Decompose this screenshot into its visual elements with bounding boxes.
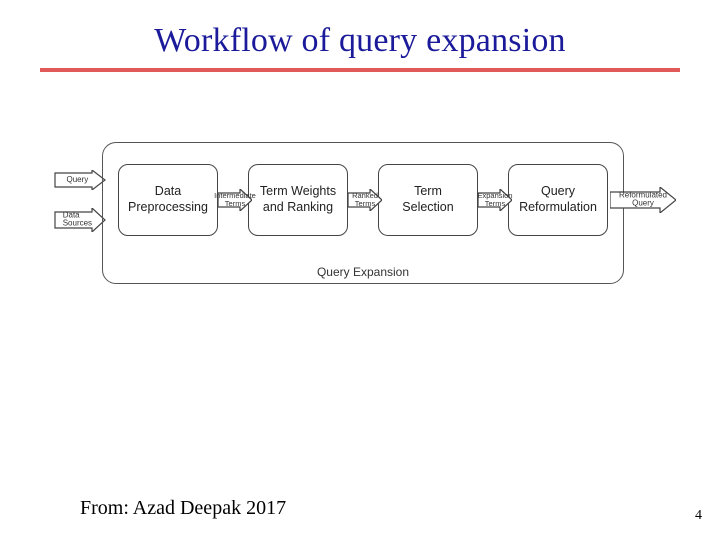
container-label: Query Expansion — [317, 265, 409, 279]
stage-query-reformulation: QueryReformulation — [508, 164, 608, 236]
stage-term-weights-ranking: Term Weightsand Ranking — [248, 164, 348, 236]
title-divider — [40, 68, 680, 72]
arrow-label: ReformulatedQuery — [619, 192, 667, 209]
arrow-intermediate-terms: IntermediateTerms — [218, 189, 252, 211]
slide-title: Workflow of query expansion — [0, 22, 720, 60]
arrow-label: RankedTerms — [352, 192, 378, 208]
citation: From: Azad Deepak 2017 — [80, 497, 286, 520]
arrow-label: ExpansionTerms — [477, 192, 512, 208]
arrow-expansion-terms: ExpansionTerms — [478, 189, 512, 211]
stage-data-preprocessing: DataPreprocessing — [118, 164, 218, 236]
arrow-label: IntermediateTerms — [214, 192, 256, 208]
input-arrow-label: Query — [66, 176, 88, 184]
arrow-ranked-terms: RankedTerms — [348, 189, 382, 211]
stage-term-selection: TermSelection — [378, 164, 478, 236]
input-arrow-label: DataSources — [63, 212, 92, 229]
workflow-diagram: Query DataSources Query Expansion DataPr… — [40, 142, 680, 312]
input-arrow-data-sources: DataSources — [54, 208, 106, 232]
arrow-reformulated-query: ReformulatedQuery — [610, 187, 676, 213]
page-number: 4 — [695, 508, 702, 524]
input-arrow-query: Query — [54, 170, 106, 190]
